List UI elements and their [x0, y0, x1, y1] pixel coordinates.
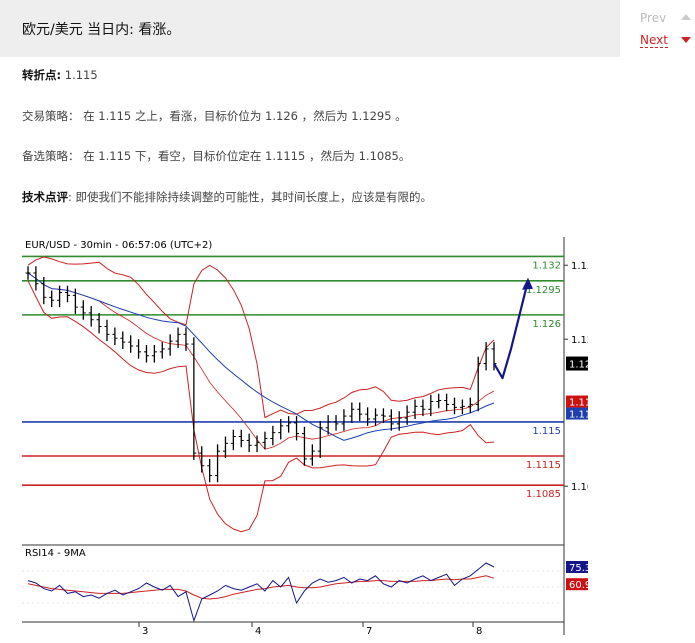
comment-text: : 即使我们不能排除持续调整的可能性，其时间长度上，应该是有限的。 [68, 190, 433, 204]
alternative-label: 备选策略： [22, 149, 80, 163]
article-header: 欧元/美元 当日内: 看涨。 [0, 0, 620, 57]
y-tick-label: 1.1084 [571, 482, 588, 493]
rsi-value-label: 75.3452 [569, 563, 588, 574]
price-chart: EUR/USD - 30min - 06:57:06 (UTC+2) RSI14… [22, 233, 612, 639]
alternative-line: 备选策略： 在 1.115 下，看空，目标价位定在 1.1115 ，然后为 1.… [22, 148, 410, 164]
chart-svg: EUR/USD - 30min - 06:57:06 (UTC+2) RSI14… [22, 233, 612, 639]
strategy-label: 交易策略： [22, 109, 80, 123]
pivot-label: 转折点: [22, 68, 62, 82]
chevron-up-icon [681, 14, 691, 20]
chevron-down-icon[interactable] [681, 37, 691, 43]
pivot-value: 1.115 [64, 68, 98, 82]
indicator-price-label: 1.11726 [569, 398, 588, 409]
prev-link[interactable]: Prev [640, 11, 666, 25]
strategy-text: 在 1.115 之上，看涨，目标价位为 1.126 ，然后为 1.1295 。 [83, 109, 407, 123]
next-link[interactable]: Next [640, 33, 668, 48]
comment-label: 技术点评 [22, 190, 68, 204]
x-tick-label: 7 [366, 626, 372, 637]
level-label: 1.126 [532, 319, 561, 330]
pivot-line: 转折点: 1.115 [22, 67, 98, 83]
current-price-label: 1.12104 [569, 360, 588, 371]
level-label: 1.1115 [526, 460, 561, 471]
article-title: 欧元/美元 当日内: 看涨。 [22, 22, 181, 38]
chart-title: EUR/USD - 30min - 06:57:06 (UTC+2) [25, 240, 212, 251]
comment-line: 技术点评: 即使我们不能排除持续调整的可能性，其时间长度上，应该是有限的。 [22, 189, 432, 205]
level-label: 1.132 [532, 260, 561, 271]
pager: Prev Next [620, 0, 695, 57]
level-label: 1.115 [532, 426, 561, 437]
x-tick-label: 4 [255, 626, 261, 637]
strategy-line: 交易策略： 在 1.115 之上，看涨，目标价位为 1.126 ，然后为 1.1… [22, 108, 407, 124]
indicator-price-label: 1.11622 [569, 410, 588, 421]
y-tick-label: 1.1235 [571, 335, 588, 346]
x-tick-label: 3 [142, 626, 148, 637]
level-label: 1.1085 [526, 489, 561, 500]
rsi-title: RSI14 - 9MA [25, 548, 86, 559]
y-tick-label: 1.1311 [571, 261, 588, 272]
x-tick-label: 8 [476, 626, 482, 637]
rsi-value-label: 60.9042 [569, 580, 588, 591]
alternative-text: 在 1.115 下，看空，目标价位定在 1.1115 ，然后为 1.1085。 [83, 149, 411, 163]
